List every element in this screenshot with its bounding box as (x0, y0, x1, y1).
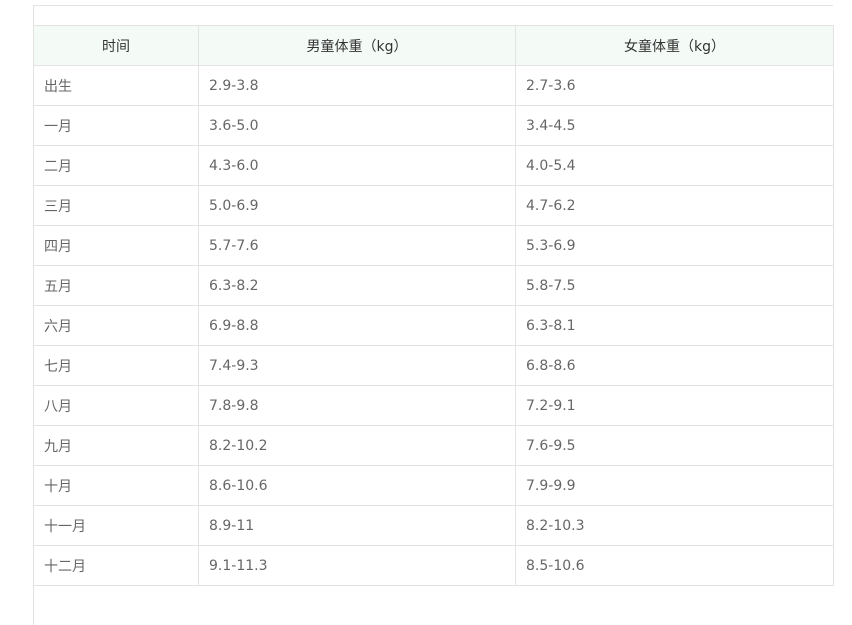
cell-girl-weight: 6.3-8.1 (515, 305, 834, 346)
cell-time: 十二月 (33, 545, 199, 586)
cell-time: 十一月 (33, 505, 199, 546)
cell-boy-weight: 8.9-11 (198, 505, 516, 546)
table-row: 十二月 9.1-11.3 8.5-10.6 (33, 545, 834, 586)
cell-girl-weight: 5.3-6.9 (515, 225, 834, 266)
cell-boy-weight: 6.3-8.2 (198, 265, 516, 306)
cell-boy-weight: 8.2-10.2 (198, 425, 516, 466)
weight-table: 时间 男童体重（kg） 女童体重（kg） 出生 2.9-3.8 2.7-3.6 … (33, 25, 834, 586)
cell-girl-weight: 3.4-4.5 (515, 105, 834, 146)
table-row: 四月 5.7-7.6 5.3-6.9 (33, 225, 834, 266)
cell-girl-weight: 2.7-3.6 (515, 65, 834, 106)
table-row: 十月 8.6-10.6 7.9-9.9 (33, 465, 834, 506)
cell-girl-weight: 5.8-7.5 (515, 265, 834, 306)
cell-boy-weight: 8.6-10.6 (198, 465, 516, 506)
cell-boy-weight: 7.8-9.8 (198, 385, 516, 426)
cell-time: 十月 (33, 465, 199, 506)
cell-time: 一月 (33, 105, 199, 146)
table-row: 三月 5.0-6.9 4.7-6.2 (33, 185, 834, 226)
table-row: 八月 7.8-9.8 7.2-9.1 (33, 385, 834, 426)
table-head: 时间 男童体重（kg） 女童体重（kg） (33, 25, 834, 66)
table-row: 七月 7.4-9.3 6.8-8.6 (33, 345, 834, 386)
header-row: 时间 男童体重（kg） 女童体重（kg） (33, 25, 834, 66)
cell-boy-weight: 5.7-7.6 (198, 225, 516, 266)
table-row: 一月 3.6-5.0 3.4-4.5 (33, 105, 834, 146)
cell-girl-weight: 7.9-9.9 (515, 465, 834, 506)
table-row: 二月 4.3-6.0 4.0-5.4 (33, 145, 834, 186)
table-body: 出生 2.9-3.8 2.7-3.6 一月 3.6-5.0 3.4-4.5 二月… (33, 65, 834, 586)
cell-girl-weight: 6.8-8.6 (515, 345, 834, 386)
cell-time: 五月 (33, 265, 199, 306)
cell-time: 三月 (33, 185, 199, 226)
cell-time: 出生 (33, 65, 199, 106)
cell-girl-weight: 8.2-10.3 (515, 505, 834, 546)
cell-boy-weight: 5.0-6.9 (198, 185, 516, 226)
cell-time: 二月 (33, 145, 199, 186)
cell-time: 四月 (33, 225, 199, 266)
header-girl-weight: 女童体重（kg） (515, 25, 834, 66)
table-row: 六月 6.9-8.8 6.3-8.1 (33, 305, 834, 346)
cell-boy-weight: 3.6-5.0 (198, 105, 516, 146)
cell-girl-weight: 7.6-9.5 (515, 425, 834, 466)
table-row: 出生 2.9-3.8 2.7-3.6 (33, 65, 834, 106)
cell-boy-weight: 9.1-11.3 (198, 545, 516, 586)
header-boy-weight: 男童体重（kg） (198, 25, 516, 66)
cell-time: 九月 (33, 425, 199, 466)
cell-girl-weight: 4.7-6.2 (515, 185, 834, 226)
header-time: 时间 (33, 25, 199, 66)
table-row: 十一月 8.9-11 8.2-10.3 (33, 505, 834, 546)
table-row: 五月 6.3-8.2 5.8-7.5 (33, 265, 834, 306)
cell-boy-weight: 6.9-8.8 (198, 305, 516, 346)
cell-boy-weight: 2.9-3.8 (198, 65, 516, 106)
cell-girl-weight: 8.5-10.6 (515, 545, 834, 586)
cell-time: 六月 (33, 305, 199, 346)
cell-time: 八月 (33, 385, 199, 426)
cell-girl-weight: 4.0-5.4 (515, 145, 834, 186)
cell-boy-weight: 7.4-9.3 (198, 345, 516, 386)
cell-girl-weight: 7.2-9.1 (515, 385, 834, 426)
cell-time: 七月 (33, 345, 199, 386)
cell-boy-weight: 4.3-6.0 (198, 145, 516, 186)
table-row: 九月 8.2-10.2 7.6-9.5 (33, 425, 834, 466)
